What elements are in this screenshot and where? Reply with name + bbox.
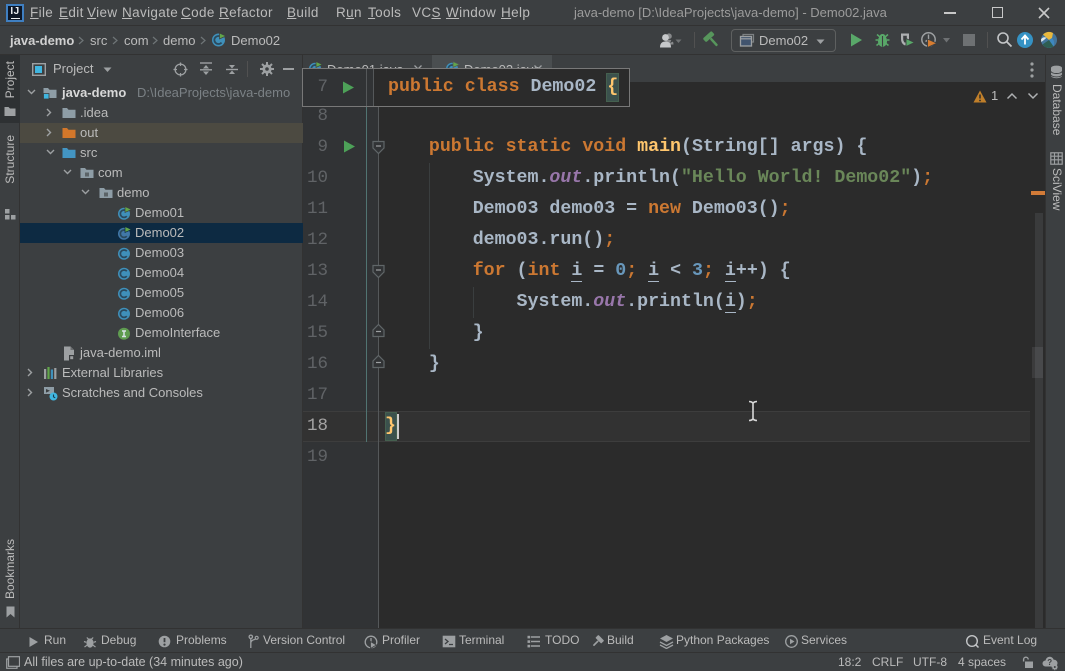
svg-text:?: ?: [1047, 658, 1052, 667]
